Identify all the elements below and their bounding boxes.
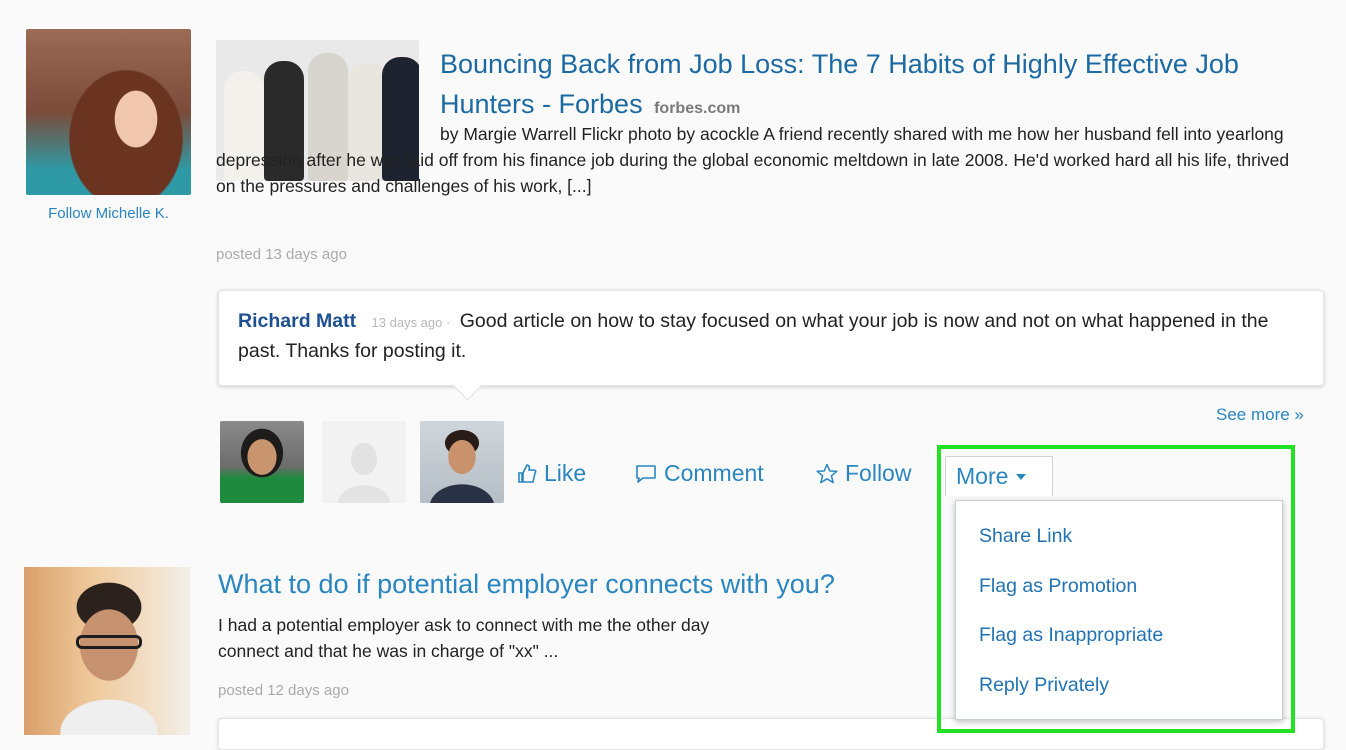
post-snippet-wrap: by Margie Warrell Flickr photo by acockl… — [216, 121, 1306, 199]
post-snippet: by Margie Warrell Flickr photo by acockl… — [216, 124, 1290, 196]
like-icon — [518, 463, 537, 483]
comment-body: Richard Matt 13 days ago · Good article … — [238, 307, 1298, 365]
follow-author-link[interactable]: Follow Michelle K. — [26, 204, 191, 223]
star-icon — [816, 463, 838, 483]
comment-time: 13 days ago · — [371, 315, 451, 330]
like-label: Like — [544, 460, 587, 486]
post-snippet-line: connect and that he was in charge of "xx… — [218, 641, 559, 661]
post-title-link[interactable]: Bouncing Back from Job Loss: The 7 Habit… — [440, 49, 1239, 119]
post-snippet-line: I had a potential employer ask to connec… — [218, 615, 710, 635]
post-title-row: Bouncing Back from Job Loss: The 7 Habit… — [440, 44, 1320, 129]
post-snippet: I had a potential employer ask to connec… — [218, 612, 978, 664]
comment-bubble-tail — [452, 370, 483, 401]
comment-button[interactable]: Comment — [634, 460, 764, 487]
comment-bubble: Richard Matt 13 days ago · Good article … — [218, 290, 1324, 401]
commenter-avatar[interactable] — [420, 421, 504, 503]
highlight-box — [937, 445, 1295, 733]
author-avatar-michelle[interactable] — [26, 29, 191, 195]
follow-button[interactable]: Follow — [815, 460, 911, 487]
commenter-avatar[interactable] — [220, 421, 304, 503]
commenter-avatar[interactable] — [322, 421, 406, 503]
commenter-name[interactable]: Richard Matt — [238, 310, 356, 332]
follow-label: Follow — [845, 460, 912, 486]
post-timestamp: posted 13 days ago — [216, 246, 347, 263]
comment-label: Comment — [664, 460, 764, 486]
post-timestamp: posted 12 days ago — [218, 682, 349, 699]
avatar-glasses — [76, 635, 142, 649]
comment-icon — [636, 464, 656, 483]
like-button[interactable]: Like — [518, 460, 586, 487]
author-avatar[interactable] — [24, 567, 190, 735]
post-title-link[interactable]: What to do if potential employer connect… — [218, 569, 835, 600]
see-more-link[interactable]: See more » — [1216, 405, 1304, 425]
post-source: forbes.com — [654, 100, 741, 117]
